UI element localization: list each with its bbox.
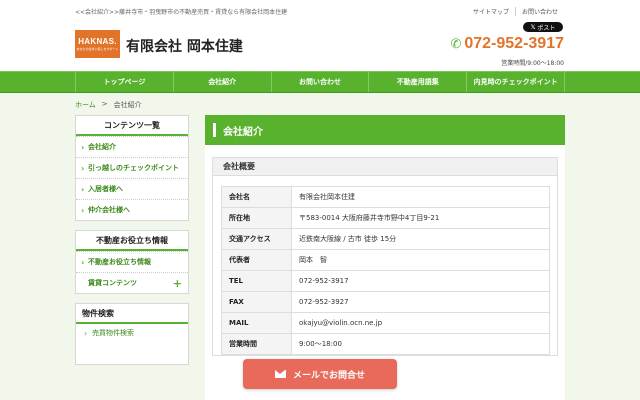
- table-row: 所在地 〒583-0014 大阪府藤井寺市野中4丁目9-21: [221, 207, 550, 229]
- sidebar-item-tenants[interactable]: 入居者様へ: [76, 178, 188, 199]
- breadcrumb-separator: >: [101, 100, 108, 108]
- company-logo[interactable]: HAKNAS. あなたの住まい探しをサポート: [75, 30, 120, 58]
- sidebar-item-moving-checkpoints[interactable]: 引っ越しのチェックポイント: [76, 157, 188, 178]
- company-info-table: 会社名 有限会社岡本住建 所在地 〒583-0014 大阪府藤井寺市野中4丁目9…: [221, 186, 550, 355]
- business-hours: 営業時間/9:00～18:00: [501, 60, 564, 67]
- contents-box: コンテンツ一覧 会社紹介 引っ越しのチェックポイント 入居者様へ 仲介会社様へ: [75, 115, 189, 221]
- useful-info-box: 不動産お役立ち情報 不動産お役立ち情報 賃貸コンテンツ +: [75, 230, 189, 294]
- nav-glossary[interactable]: 不動産用語集: [369, 72, 468, 92]
- row-key: 交通アクセス: [221, 228, 292, 250]
- phone-icon: ✆: [450, 36, 462, 52]
- row-key: TEL: [221, 270, 292, 292]
- row-value: 9:00～18:00: [291, 333, 550, 355]
- breadcrumb: ホーム > 会社紹介: [75, 100, 142, 110]
- table-row: 会社名 有限会社岡本住建: [221, 186, 550, 208]
- contact-link[interactable]: お問い合わせ: [514, 7, 564, 16]
- row-value: 072-952-3927: [291, 291, 550, 313]
- nav-contact[interactable]: お問い合わせ: [272, 72, 370, 92]
- row-value: 岡本 智: [291, 249, 550, 271]
- row-key: FAX: [221, 291, 292, 313]
- table-row: 交通アクセス 近鉄南大阪線 / 古市 徒歩 15分: [221, 228, 550, 250]
- mail-inquiry-label: メールでお問合せ: [292, 370, 365, 381]
- sidebar-item-company[interactable]: 会社紹介: [76, 136, 188, 157]
- table-row: 営業時間 9:00～18:00: [221, 333, 550, 355]
- table-row: MAIL okajyu@violin.ocn.ne.jp: [221, 312, 550, 334]
- property-search-title: 物件検索: [76, 304, 188, 324]
- property-search-box: 物件検索 売買物件検索: [75, 303, 189, 365]
- logo-subtext: あなたの住まい探しをサポート: [76, 47, 119, 51]
- table-row: FAX 072-952-3927: [221, 291, 550, 313]
- top-links: サイトマップ お問い合わせ: [467, 7, 564, 16]
- sitemap-link[interactable]: サイトマップ: [467, 7, 515, 16]
- site-name[interactable]: 有限会社 岡本住建: [126, 36, 243, 56]
- company-overview-section: 会社概要 会社名 有限会社岡本住建 所在地 〒583-0014 大阪府藤井寺市野…: [212, 157, 558, 356]
- expand-plus-icon[interactable]: +: [173, 277, 182, 290]
- row-key: 代表者: [221, 249, 292, 271]
- nav-top-page[interactable]: トップページ: [75, 72, 174, 92]
- table-row: 代表者 岡本 智: [221, 249, 550, 271]
- row-key: 所在地: [221, 207, 292, 229]
- top-strip: <<会社紹介>>藤井寺市・羽曳野市の不動産売買・賃貸なら有限会社岡本住建 サイト…: [0, 0, 640, 22]
- row-value: 072-952-3917: [291, 270, 550, 292]
- sidebar-item-rental-contents[interactable]: 賃貸コンテンツ +: [76, 272, 188, 293]
- phone-number[interactable]: ✆ 072-952-3917: [450, 35, 564, 53]
- breadcrumb-current: 会社紹介: [113, 101, 142, 109]
- phone-number-text: 072-952-3917: [464, 35, 564, 52]
- page-title: 会社紹介: [205, 115, 565, 145]
- row-value[interactable]: okajyu@violin.ocn.ne.jp: [291, 312, 550, 334]
- logo-text: HAKNAS.: [78, 37, 117, 46]
- sidebar-item-useful-info[interactable]: 不動産お役立ち情報: [76, 251, 188, 272]
- table-row: TEL 072-952-3917: [221, 270, 550, 292]
- nav-checkpoints[interactable]: 内見時のチェックポイント: [467, 72, 565, 92]
- main-content: 会社紹介 会社概要 会社名 有限会社岡本住建 所在地 〒583-0014 大阪府…: [205, 115, 565, 400]
- mail-icon: [274, 370, 286, 378]
- row-value: 有限会社岡本住建: [291, 186, 550, 208]
- nav-company[interactable]: 会社紹介: [174, 72, 272, 92]
- row-value: 近鉄南大阪線 / 古市 徒歩 15分: [291, 228, 550, 250]
- sidebar-item-agents[interactable]: 仲介会社様へ: [76, 199, 188, 220]
- row-key: MAIL: [221, 312, 292, 334]
- useful-info-title: 不動産お役立ち情報: [76, 231, 188, 251]
- row-value: 〒583-0014 大阪府藤井寺市野中4丁目9-21: [291, 207, 550, 229]
- breadcrumb-home[interactable]: ホーム: [75, 100, 96, 110]
- x-logo-icon: 𝕏: [530, 23, 536, 31]
- sidebar: コンテンツ一覧 会社紹介 引っ越しのチェックポイント 入居者様へ 仲介会社様へ …: [75, 115, 189, 374]
- rental-contents-label: 賃貸コンテンツ: [88, 279, 137, 287]
- global-nav: トップページ 会社紹介 お問い合わせ 不動産用語集 内見時のチェックポイント: [0, 71, 640, 93]
- contents-title: コンテンツ一覧: [76, 116, 188, 136]
- sidebar-item-sale-search[interactable]: 売買物件検索: [76, 324, 188, 342]
- section-title: 会社概要: [213, 158, 557, 176]
- mail-inquiry-button[interactable]: メールでお問合せ: [243, 359, 397, 389]
- post-label: ポスト: [537, 24, 556, 32]
- x-post-button[interactable]: 𝕏 ポスト: [523, 22, 563, 32]
- row-key: 営業時間: [221, 333, 292, 355]
- row-key: 会社名: [221, 186, 292, 208]
- site-tagline: <<会社紹介>>藤井寺市・羽曳野市の不動産売買・賃貸なら有限会社岡本住建: [75, 9, 288, 16]
